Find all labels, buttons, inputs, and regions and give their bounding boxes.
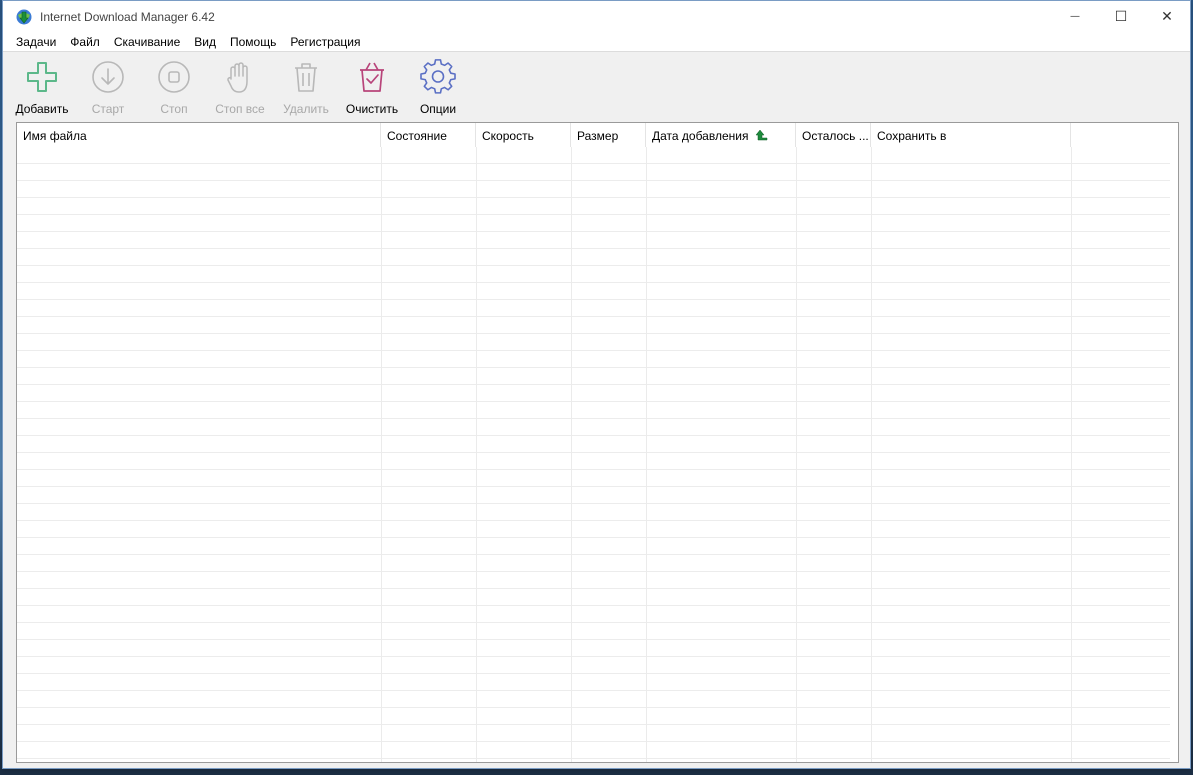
add-label: Добавить	[15, 102, 69, 116]
window-title: Internet Download Manager 6.42	[40, 9, 215, 24]
menu-registration[interactable]: Регистрация	[283, 35, 367, 49]
add-icon	[27, 62, 57, 92]
stop-label: Стоп	[160, 102, 188, 116]
start-label: Старт	[91, 102, 125, 116]
menu-downloads[interactable]: Скачивание	[107, 35, 187, 49]
menu-view[interactable]: Вид	[187, 35, 223, 49]
clear-label: Очистить	[345, 102, 399, 116]
window-controls: — ☐ ✕	[1052, 1, 1190, 32]
column-file-name[interactable]: Имя файла	[17, 123, 381, 147]
gear-icon	[420, 59, 456, 94]
column-time-left[interactable]: Осталось ...	[796, 123, 871, 147]
close-button[interactable]: ✕	[1144, 1, 1190, 32]
stop-all-button[interactable]: Стоп все	[207, 53, 273, 117]
sort-up-arrow-icon	[755, 129, 768, 141]
column-divider	[381, 147, 382, 762]
stop-icon	[158, 61, 190, 93]
options-label: Опции	[419, 102, 457, 116]
start-download-icon	[92, 61, 124, 93]
column-save-to[interactable]: Сохранить в	[871, 123, 1071, 147]
trash-icon	[295, 63, 317, 92]
column-speed[interactable]: Скорость	[476, 123, 571, 147]
delete-label: Удалить	[283, 102, 329, 116]
add-button[interactable]: Добавить	[9, 53, 75, 117]
stop-all-hand-icon	[227, 62, 248, 93]
column-date-added-label: Дата добавления	[652, 129, 749, 143]
column-date-added[interactable]: Дата добавления	[646, 123, 796, 147]
title-bar[interactable]: Internet Download Manager 6.42 — ☐ ✕	[3, 1, 1190, 32]
clear-basket-icon	[360, 62, 384, 92]
list-body	[17, 147, 1178, 762]
idm-logo-icon	[16, 9, 32, 24]
toolbar: Добавить Старт Стоп Стоп все Удалить Очи…	[3, 53, 1190, 119]
app-window: Internet Download Manager 6.42 — ☐ ✕ Зад…	[2, 0, 1191, 769]
stop-all-label: Стоп все	[215, 102, 265, 116]
menu-help[interactable]: Помощь	[223, 35, 283, 49]
column-status[interactable]: Состояние	[381, 123, 476, 147]
column-divider	[871, 147, 872, 762]
column-divider	[1071, 147, 1072, 762]
menu-tasks[interactable]: Задачи	[9, 35, 63, 49]
downloads-list[interactable]: Имя файла Состояние Скорость Размер Дата…	[16, 122, 1179, 763]
minimize-button[interactable]: —	[1052, 1, 1098, 32]
menu-file[interactable]: Файл	[63, 35, 107, 49]
clear-button[interactable]: Очистить	[339, 53, 405, 117]
options-button[interactable]: Опции	[405, 53, 471, 117]
menu-bar: Задачи Файл Скачивание Вид Помощь Регист…	[3, 32, 1190, 52]
maximize-button[interactable]: ☐	[1098, 1, 1144, 32]
row-grid-lines	[17, 147, 1170, 762]
column-divider	[646, 147, 647, 762]
column-size[interactable]: Размер	[571, 123, 646, 147]
start-button[interactable]: Старт	[75, 53, 141, 117]
stop-button[interactable]: Стоп	[141, 53, 207, 117]
list-header: Имя файла Состояние Скорость Размер Дата…	[17, 123, 1178, 147]
column-divider	[796, 147, 797, 762]
delete-button[interactable]: Удалить	[273, 53, 339, 117]
column-divider	[476, 147, 477, 762]
column-divider	[571, 147, 572, 762]
